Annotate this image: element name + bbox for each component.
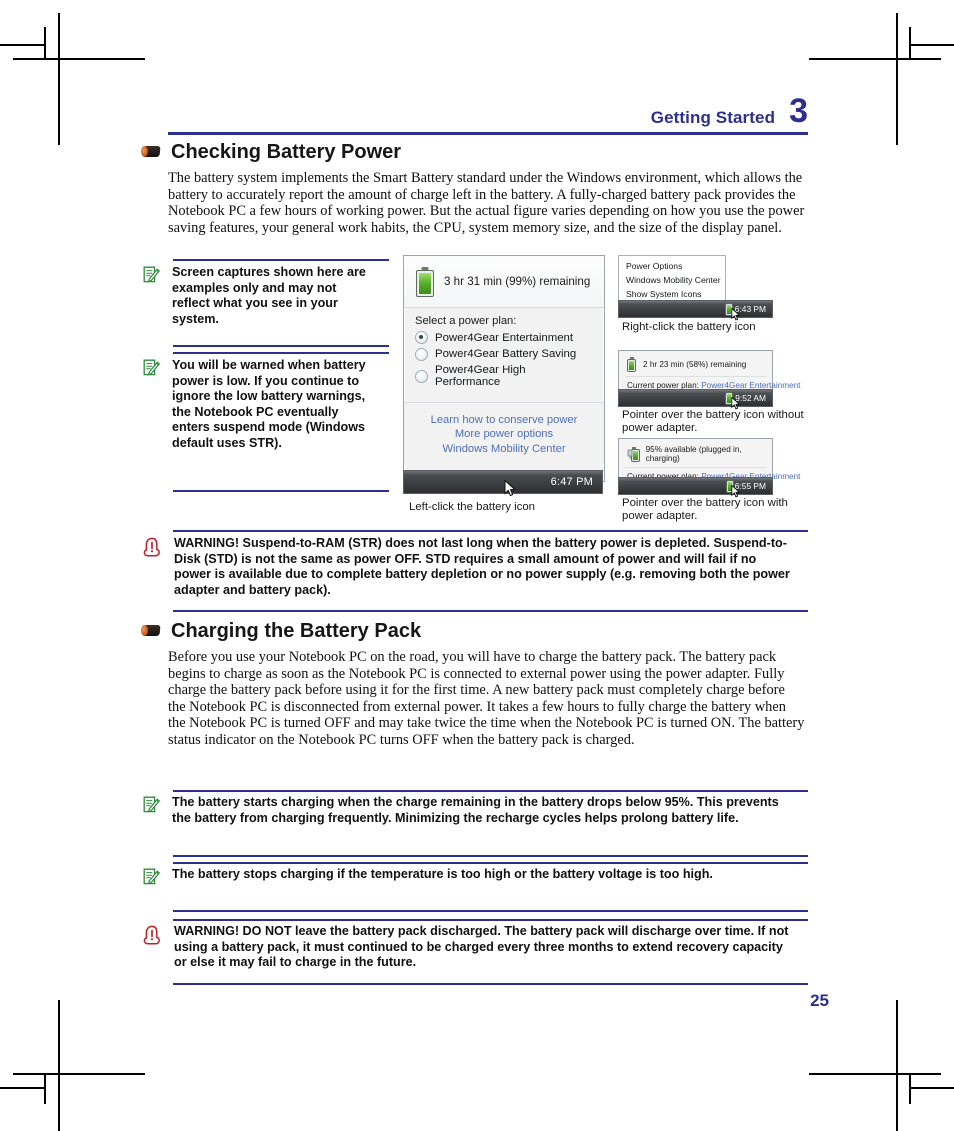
caption-no-adapter: Pointer over the battery icon without po…: [622, 409, 804, 435]
note-text: You will be warned when battery power is…: [172, 358, 366, 450]
link-more-power-options[interactable]: More power options: [404, 427, 604, 442]
link-learn-conserve-power[interactable]: Learn how to conserve power: [404, 413, 604, 428]
link-windows-mobility-center[interactable]: Windows Mobility Center: [404, 442, 604, 457]
flyout-power-plan-section: Select a power plan: Power4Gear Entertai…: [404, 308, 604, 396]
crop-mark-bl-h2: [0, 1087, 45, 1089]
crop-mark-bl-v: [58, 1000, 60, 1131]
note-stops-charging: The battery stops charging if the temper…: [141, 862, 808, 912]
battery-status-text: 95% available (plugged in, charging): [645, 445, 742, 463]
section-heading-text: Charging the Battery Pack: [171, 620, 422, 642]
chapter-number: 3: [789, 92, 808, 130]
flyout-links-section: Learn how to conserve power More power o…: [404, 401, 604, 464]
crop-mark-tl-v2: [44, 27, 46, 58]
warning-rule-bottom: [173, 983, 808, 985]
power-plan-label: Power4Gear Entertainment: [435, 331, 574, 344]
taskbar-right-click-figure[interactable]: 6:43 PM: [618, 300, 773, 321]
crop-mark-tr-v: [896, 13, 898, 145]
warning-text: WARNING! Suspend-to-RAM (STR) does not l…: [174, 536, 790, 597]
crop-mark-br-h2: [909, 1087, 954, 1089]
radio-button-selected-icon[interactable]: [415, 331, 428, 344]
power-plan-option-entertainment[interactable]: Power4Gear Entertainment: [415, 331, 593, 344]
crop-mark-tl-h2: [0, 44, 45, 46]
warning-do-not-leave-discharged: WARNING! DO NOT leave the battery pack d…: [141, 919, 808, 985]
menu-item-windows-mobility-center[interactable]: Windows Mobility Center: [619, 273, 725, 287]
power-flyout-window[interactable]: 3 hr 31 min (99%) remaining Select a pow…: [403, 255, 605, 482]
warning-icon: [141, 924, 163, 946]
power-plan-option-high-performance[interactable]: Power4Gear High Performance: [415, 364, 593, 388]
warning-rule-bottom: [173, 610, 808, 612]
note-text: Screen captures shown here are examples …: [172, 265, 366, 326]
tooltip-status-row: 2 hr 23 min (58%) remaining: [619, 351, 772, 376]
taskbar-no-adapter-figure[interactable]: 9:52 AM: [618, 389, 773, 410]
warning-rule-top: [173, 919, 808, 921]
crop-mark-br-v: [896, 1000, 898, 1131]
taskbar-left-click-figure[interactable]: 6:47 PM: [403, 470, 643, 497]
page-header: Getting Started 3: [168, 94, 808, 135]
note-text: The battery starts charging when the cha…: [172, 795, 779, 825]
caption-with-adapter: Pointer over the battery icon with power…: [622, 497, 788, 523]
battery-charging-icon: [627, 446, 640, 462]
crop-mark-tl-v: [58, 13, 60, 145]
note-icon: [141, 867, 161, 887]
bullet-roll-icon: [141, 145, 162, 159]
crop-mark-br-h: [809, 1073, 941, 1075]
power-plan-label: Power4Gear High Performance: [435, 364, 526, 388]
caption-left-click: Left-click the battery icon: [409, 501, 535, 513]
menu-item-power-options[interactable]: Power Options: [619, 259, 725, 273]
section-heading-checking-battery-power: Checking Battery Power: [141, 142, 401, 162]
warning-suspend-to-ram: WARNING! Suspend-to-RAM (STR) does not l…: [141, 530, 808, 612]
header-title: Getting Started: [650, 108, 776, 127]
caption-right-click: Right-click the battery icon: [622, 321, 756, 333]
section-heading-charging-battery-pack: Charging the Battery Pack: [141, 621, 421, 641]
battery-icon: [627, 357, 636, 372]
page-number: 25: [810, 991, 829, 1010]
note-rule-top: [173, 862, 808, 864]
warning-text: WARNING! DO NOT leave the battery pack d…: [174, 924, 789, 970]
crop-mark-br-v2: [909, 1073, 911, 1104]
tooltip-status-row: 95% available (plugged in, charging): [619, 439, 772, 467]
warning-icon: [141, 536, 163, 558]
note-rule-bottom: [173, 910, 808, 912]
note-icon: [141, 265, 161, 285]
bullet-roll-icon: [141, 624, 162, 638]
power-plan-option-battery-saving[interactable]: Power4Gear Battery Saving: [415, 347, 593, 361]
note-rule-bottom: [173, 345, 389, 347]
power-plan-label: Power4Gear Battery Saving: [435, 348, 577, 360]
crop-mark-tr-h: [809, 58, 941, 60]
crop-mark-tr-h2: [909, 44, 954, 46]
select-power-plan-label: Select a power plan:: [415, 315, 517, 327]
crop-mark-bl-h: [13, 1073, 145, 1075]
header-rule: [168, 132, 808, 135]
note-icon: [141, 795, 161, 815]
note-text: The battery stops charging if the temper…: [172, 867, 713, 881]
taskbar-time: 6:47 PM: [550, 476, 593, 488]
crop-mark-tl-h: [13, 58, 145, 60]
note-rule-top: [173, 790, 808, 792]
warning-rule-top: [173, 530, 808, 532]
crop-mark-bl-v2: [44, 1073, 46, 1104]
note-rule-top: [173, 352, 389, 354]
checking-battery-power-body: The battery system implements the Smart …: [168, 170, 805, 236]
taskbar-with-adapter-figure[interactable]: 6:55 PM: [618, 477, 773, 498]
battery-remaining-text: 3 hr 31 min (99%) remaining: [444, 275, 591, 288]
menu-item-show-system-icons[interactable]: Show System Icons: [619, 287, 725, 301]
radio-button-icon[interactable]: [415, 369, 428, 383]
power-plug-icon: [627, 449, 633, 459]
note-icon: [141, 358, 161, 378]
radio-button-icon[interactable]: [415, 347, 428, 361]
note-rule-bottom: [173, 490, 389, 492]
section-heading-text: Checking Battery Power: [171, 141, 402, 163]
note-low-battery-warning: You will be warned when battery power is…: [141, 352, 389, 492]
crop-mark-tr-v2: [909, 27, 911, 58]
charging-battery-pack-body: Before you use your Notebook PC on the r…: [168, 649, 805, 748]
battery-status-text: 2 hr 23 min (58%) remaining: [643, 360, 747, 369]
note-rule-top: [173, 259, 389, 261]
note-screen-captures: Screen captures shown here are examples …: [141, 259, 389, 347]
note-charge-threshold: The battery starts charging when the cha…: [141, 790, 808, 857]
note-rule-bottom: [173, 855, 808, 857]
battery-icon: [416, 266, 434, 297]
flyout-battery-status-row: 3 hr 31 min (99%) remaining: [404, 256, 604, 308]
